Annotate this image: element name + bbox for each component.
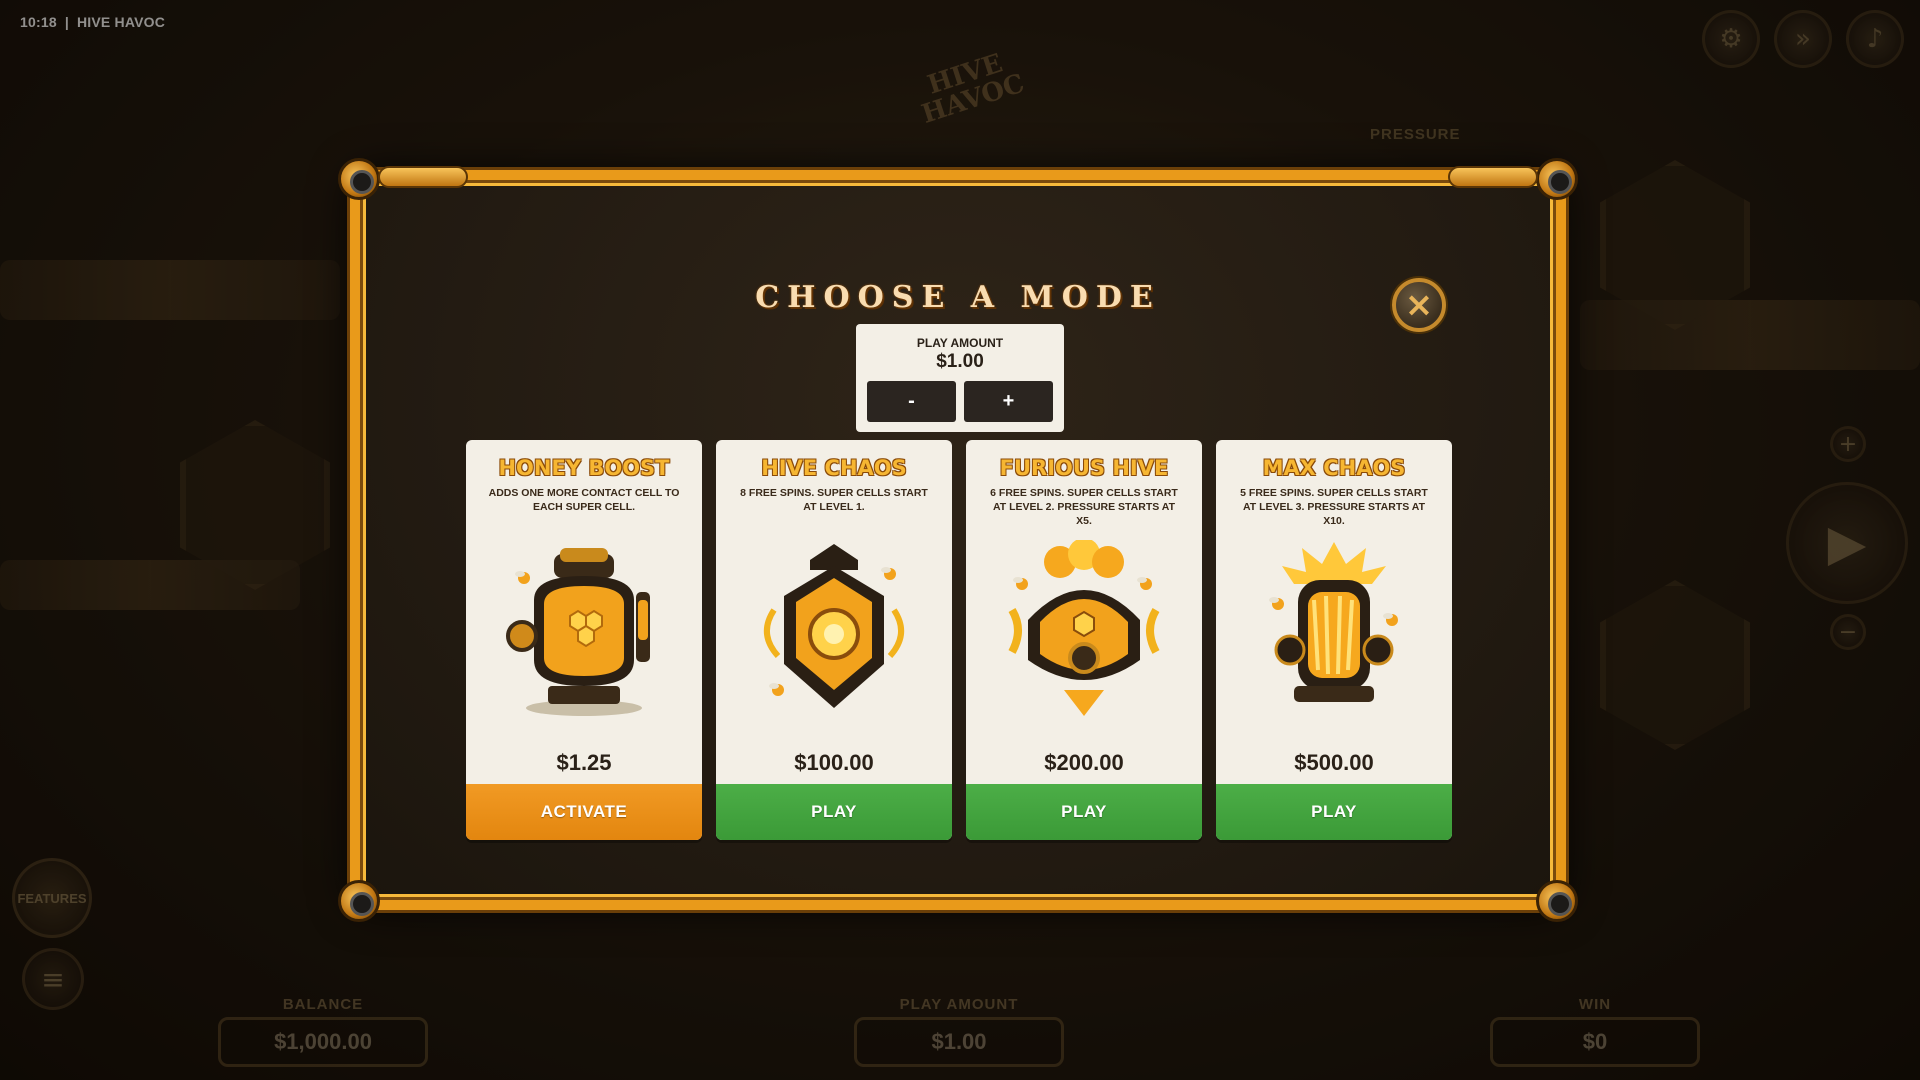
card-price: $200.00 (1044, 750, 1124, 775)
frame-bolt (338, 880, 380, 922)
play-amount-label: PLAY AMOUNT (916, 336, 1004, 350)
decrease-amount-button[interactable]: - (867, 381, 956, 422)
mode-card-hive-chaos: HIVE CHAOS 8 FREE SPINS. SUPER CELLS STA… (716, 440, 952, 840)
card-description: 8 FREE SPINS. SUPER CELLS START AT LEVEL… (740, 487, 928, 514)
card-price: $500.00 (1294, 750, 1374, 775)
close-icon[interactable]: × (1392, 278, 1446, 332)
frame-bolt (338, 158, 380, 200)
card-description: 5 FREE SPINS. SUPER CELLS START AT LEVEL… (1240, 487, 1428, 528)
increase-amount-button[interactable]: + (964, 381, 1053, 422)
play-amount-value: $1.00 (936, 351, 984, 372)
card-description: 6 FREE SPINS. SUPER CELLS START AT LEVEL… (990, 487, 1178, 528)
frame-cap (1448, 166, 1538, 188)
play-button[interactable]: PLAY (716, 784, 952, 840)
play-button[interactable]: PLAY (1216, 784, 1452, 840)
mode-card-max-chaos: MAX CHAOS 5 FREE SPINS. SUPER CELLS STAR… (1216, 440, 1452, 840)
play-button[interactable]: PLAY (966, 784, 1202, 840)
exploding-hive-icon (1269, 542, 1398, 702)
mode-card-furious-hive: FURIOUS HIVE 6 FREE SPINS. SUPER CELLS S… (966, 440, 1202, 840)
dialog-title: CHOOSE A MODE (755, 280, 1161, 315)
card-title: HONEY BOOST (498, 456, 670, 480)
mode-cards: HONEY BOOST ADDS ONE MORE CONTACT CELL T… (466, 440, 1452, 840)
card-title: HIVE CHAOS (761, 456, 907, 480)
card-price: $1.25 (556, 750, 612, 775)
frame-bolt (1536, 880, 1578, 922)
frame-cap (378, 166, 468, 188)
mode-card-honey-boost: HONEY BOOST ADDS ONE MORE CONTACT CELL T… (466, 440, 702, 840)
play-amount-selector: PLAY AMOUNT $1.00 - + (856, 324, 1064, 432)
choose-mode-dialog: CHOOSE A MODE × PLAY AMOUNT $1.00 - + HO… (338, 158, 1578, 922)
activate-button[interactable]: ACTIVATE (466, 784, 702, 840)
frame-bolt (1536, 158, 1578, 200)
honey-boiler-icon (506, 548, 650, 716)
hive-core-icon (764, 544, 904, 708)
card-title: MAX CHAOS (1262, 456, 1406, 480)
card-description: ADDS ONE MORE CONTACT CELL TO EACH SUPER… (488, 487, 680, 514)
card-price: $100.00 (794, 750, 874, 775)
furious-hive-icon (1008, 540, 1160, 716)
card-title: FURIOUS HIVE (999, 456, 1169, 480)
